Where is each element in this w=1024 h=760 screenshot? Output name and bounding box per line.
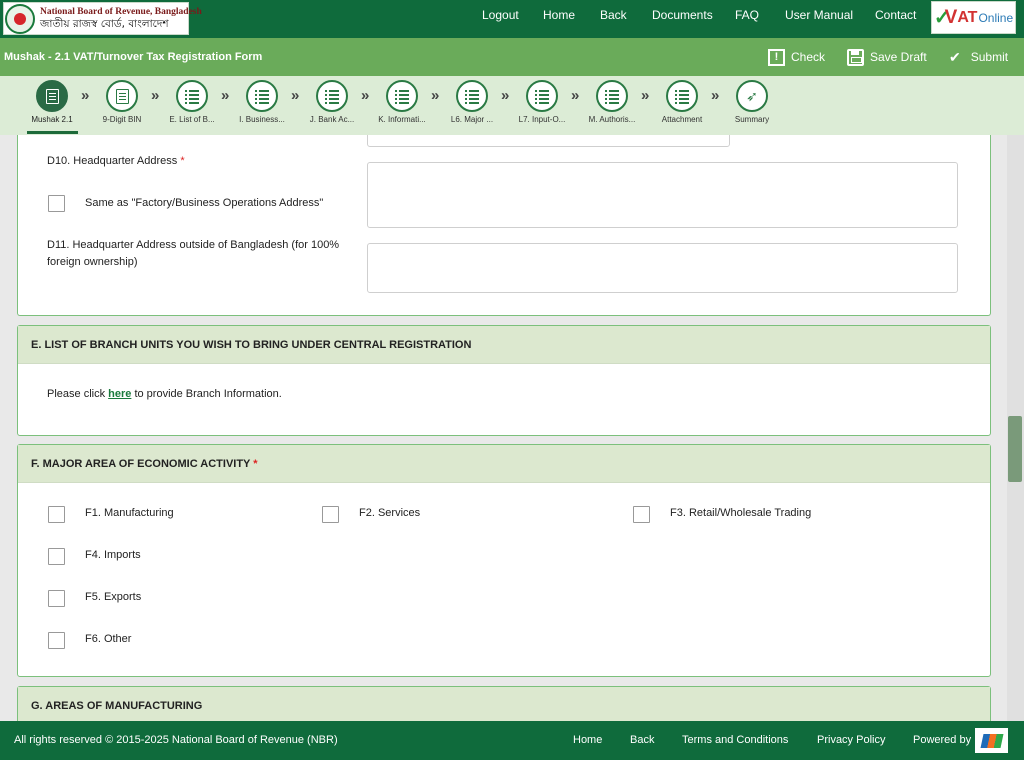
f3-retail-wholesale-label: F3. Retail/Wholesale Trading: [670, 507, 812, 519]
branch-info-link[interactable]: here: [108, 388, 131, 400]
nav-home[interactable]: Home: [543, 0, 575, 30]
step-attachment[interactable]: Attachment: [647, 80, 717, 124]
vat-online-logo[interactable]: ✓ V AT Online: [931, 1, 1016, 34]
d11-label: D11. Headquarter Address outside of Bang…: [47, 239, 340, 268]
page-title: Mushak - 2.1 VAT/Turnover Tax Registrati…: [4, 51, 263, 63]
brand-name-en: National Board of Revenue, Bangladesh: [40, 6, 202, 17]
active-step-indicator: [27, 131, 78, 134]
list-icon: [535, 89, 549, 103]
previous-field-input[interactable]: [367, 135, 730, 147]
step-mushak-2-1[interactable]: Mushak 2.1: [17, 80, 87, 124]
step-bank-account[interactable]: J. Bank Ac...: [297, 80, 367, 124]
floppy-disk-icon: [847, 48, 864, 66]
list-icon: [255, 89, 269, 103]
branch-info-text: Please click here to provide Branch Info…: [47, 388, 282, 400]
f4-imports-label: F4. Imports: [85, 549, 141, 561]
step-navigator: Mushak 2.1 » 9-Digit BIN » E. List of B.…: [0, 76, 1024, 135]
nbr-seal-icon: [5, 3, 35, 34]
checkmark-icon: ✔: [949, 48, 961, 65]
copyright-text: All rights reserved © 2015-2025 National…: [14, 734, 338, 746]
f2-services-label: F2. Services: [359, 507, 421, 519]
f6-other-checkbox[interactable]: [48, 632, 65, 649]
top-header: National Board of Revenue, Bangladesh জা…: [0, 0, 1024, 38]
d11-foreign-headquarter-address-input[interactable]: [367, 243, 958, 293]
footer-back-link[interactable]: Back: [630, 721, 654, 760]
f6-other-label: F6. Other: [85, 633, 132, 645]
section-e-header: E. LIST OF BRANCH UNITS YOU WISH TO BRIN…: [18, 326, 990, 364]
step-summary[interactable]: ➶ Summary: [717, 80, 787, 124]
footer-home-link[interactable]: Home: [573, 721, 602, 760]
f4-imports-checkbox[interactable]: [48, 548, 65, 565]
f5-exports-checkbox[interactable]: [48, 590, 65, 607]
step-information[interactable]: K. Informati...: [367, 80, 437, 124]
nav-faq[interactable]: FAQ: [735, 0, 759, 30]
nav-contact[interactable]: Contact: [875, 0, 916, 30]
nav-user-manual[interactable]: User Manual: [785, 0, 853, 30]
form-content[interactable]: D10. Headquarter Address * Same as "Fact…: [0, 135, 1007, 721]
powered-by-text: Powered by: [913, 734, 972, 746]
d10-headquarter-address-input[interactable]: [367, 162, 958, 228]
step-input-output[interactable]: L7. Input-O...: [507, 80, 577, 124]
step-list-of-branch[interactable]: E. List of B...: [157, 80, 227, 124]
d10-label: D10. Headquarter Address *: [47, 155, 185, 167]
section-d-card: D10. Headquarter Address * Same as "Fact…: [17, 135, 991, 316]
list-icon: [185, 89, 199, 103]
same-as-factory-checkbox[interactable]: [48, 195, 65, 212]
step-authorised[interactable]: M. Authoris...: [577, 80, 647, 124]
nbr-brand-logo[interactable]: National Board of Revenue, Bangladesh জা…: [3, 2, 202, 35]
nav-documents[interactable]: Documents: [652, 0, 713, 30]
section-g-card: G. AREAS OF MANUFACTURING: [17, 686, 991, 721]
list-icon: [465, 89, 479, 103]
form-title-bar: Mushak - 2.1 VAT/Turnover Tax Registrati…: [0, 38, 1024, 76]
list-icon: [395, 89, 409, 103]
f5-exports-label: F5. Exports: [85, 591, 142, 603]
submit-button[interactable]: ✔ Submit: [949, 38, 1008, 76]
footer-privacy-link[interactable]: Privacy Policy: [817, 721, 885, 760]
brand-name-bn: জাতীয় রাজস্ব বোর্ড, বাংলাদেশ: [40, 17, 169, 30]
f3-retail-wholesale-checkbox[interactable]: [633, 506, 650, 523]
exclamation-icon: !: [768, 48, 785, 66]
step-major[interactable]: L6. Major ...: [437, 80, 507, 124]
form-icon: [45, 88, 59, 104]
section-f-header: F. MAJOR AREA OF ECONOMIC ACTIVITY *: [18, 445, 990, 483]
step-business[interactable]: I. Business...: [227, 80, 297, 124]
section-f-card: F. MAJOR AREA OF ECONOMIC ACTIVITY * F1.…: [17, 444, 991, 677]
paper-plane-icon: ➶: [746, 88, 758, 104]
footer-terms-link[interactable]: Terms and Conditions: [682, 721, 788, 760]
section-g-header: G. AREAS OF MANUFACTURING: [18, 687, 990, 721]
fpt-logo[interactable]: [975, 728, 1008, 753]
list-icon: [605, 89, 619, 103]
nav-logout[interactable]: Logout: [482, 0, 519, 30]
step-9-digit-bin[interactable]: 9-Digit BIN: [87, 80, 157, 124]
scrollbar-thumb[interactable]: [1008, 416, 1022, 482]
check-button[interactable]: ! Check: [768, 38, 825, 76]
save-draft-button[interactable]: Save Draft: [847, 38, 927, 76]
nav-back[interactable]: Back: [600, 0, 627, 30]
form-icon: [115, 88, 129, 104]
section-e-card: E. LIST OF BRANCH UNITS YOU WISH TO BRIN…: [17, 325, 991, 436]
f1-manufacturing-label: F1. Manufacturing: [85, 507, 174, 519]
same-as-factory-label: Same as "Factory/Business Operations Add…: [85, 197, 324, 209]
f2-services-checkbox[interactable]: [322, 506, 339, 523]
f1-manufacturing-checkbox[interactable]: [48, 506, 65, 523]
fpt-logo-icon: [980, 733, 1003, 748]
list-icon: [675, 89, 689, 103]
page-footer: All rights reserved © 2015-2025 National…: [0, 721, 1024, 760]
list-icon: [325, 89, 339, 103]
